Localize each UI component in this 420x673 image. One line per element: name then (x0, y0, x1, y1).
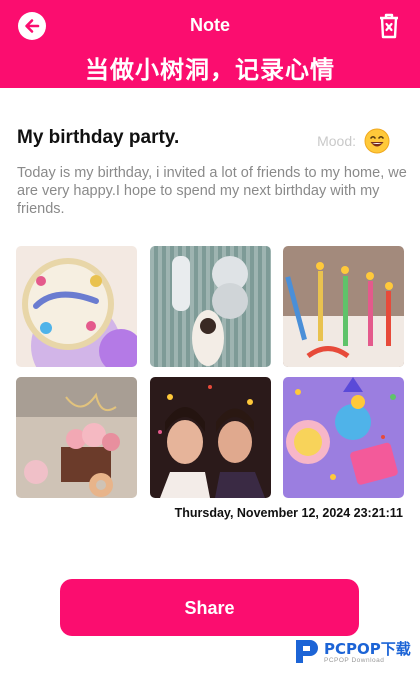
number-18-balloons-photo[interactable] (150, 246, 271, 367)
watermark-brand: PCPOP下载 (324, 640, 411, 658)
watermark: PCPOP下载 PCPOP Download (292, 636, 420, 670)
trash-icon (380, 13, 398, 39)
note-title: My birthday party. (17, 127, 180, 148)
mood-label: Mood: (317, 133, 356, 149)
party-confetti-photo[interactable] (150, 377, 271, 498)
pcpop-logo-icon (296, 640, 318, 663)
decorated-cake-photo[interactable] (16, 377, 137, 498)
note-timestamp: Thursday, November 12, 2024 23:21:11 (174, 506, 403, 520)
app-header: Note 当做小树洞，记录心情 (0, 0, 420, 88)
birthday-candles-photo[interactable] (283, 246, 404, 367)
delete-button[interactable] (378, 13, 400, 39)
photo-grid (16, 246, 404, 498)
note-body: Today is my birthday, i invited a lot of… (17, 165, 407, 217)
banner-slogan: 当做小树洞，记录心情 (85, 56, 335, 84)
share-button[interactable]: Share (60, 579, 359, 636)
party-table-photo[interactable] (283, 377, 404, 498)
birthday-balloon-photo[interactable] (16, 246, 137, 367)
watermark-subtitle: PCPOP Download (324, 657, 385, 664)
page-title: Note (190, 15, 230, 35)
grinning-face-icon (364, 128, 390, 154)
